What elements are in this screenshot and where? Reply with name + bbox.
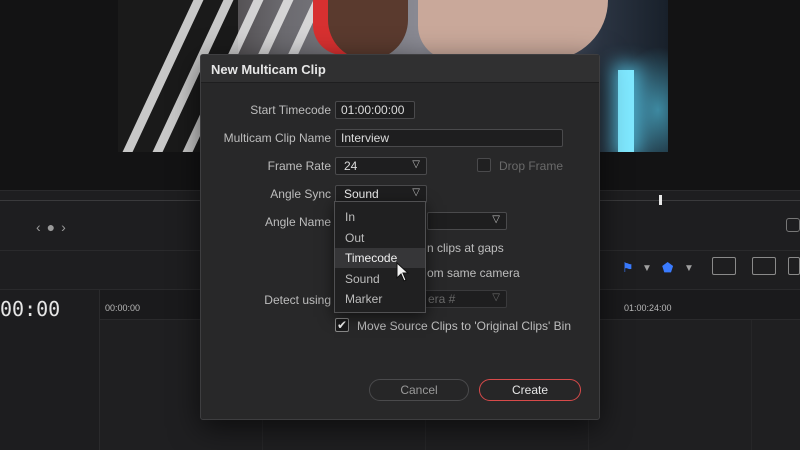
ruler-label: 01:00:24:00 <box>624 303 672 313</box>
move-source-checkbox[interactable]: ✔ <box>335 318 349 332</box>
chevron-down-icon[interactable]: ▼ <box>684 263 694 274</box>
detect-using-select[interactable]: era # ▽ <box>419 290 507 308</box>
clip-nav-arrows[interactable]: ‹●› <box>36 219 72 235</box>
drop-frame-label: Drop Frame <box>499 159 564 173</box>
zoom-detail-icon[interactable] <box>752 257 776 275</box>
gaps-option-label: n clips at gaps <box>427 241 504 255</box>
detect-using-value: era # <box>428 292 456 306</box>
mouse-cursor-icon <box>396 262 410 282</box>
frame-rate-label: Frame Rate <box>267 159 331 173</box>
chevron-down-icon: ▽ <box>492 292 500 303</box>
menu-item-out[interactable]: Out <box>335 228 425 248</box>
chevron-down-icon[interactable]: ▼ <box>642 263 652 274</box>
same-camera-option-label: om same camera <box>427 266 520 280</box>
start-timecode-label: Start Timecode <box>250 103 331 117</box>
cancel-button[interactable]: Cancel <box>369 379 469 401</box>
create-button[interactable]: Create <box>479 379 581 401</box>
loop-icon[interactable] <box>786 218 800 232</box>
menu-item-sound[interactable]: Sound <box>335 269 425 289</box>
checkmark-icon: ✔ <box>336 318 348 332</box>
chevron-down-icon: ▽ <box>412 187 420 198</box>
angle-sync-value: Sound <box>344 187 379 201</box>
angle-sync-label: Angle Sync <box>270 187 331 201</box>
frame-rate-value: 24 <box>344 159 358 173</box>
marker-icon[interactable]: ⬟ <box>662 260 673 276</box>
frame-rate-select[interactable]: 24 ▽ <box>335 157 427 175</box>
chevron-down-icon: ▽ <box>412 159 420 170</box>
chevron-down-icon: ▽ <box>492 214 500 225</box>
timeline-timecode: 00:00 <box>0 297 61 321</box>
drop-frame-checkbox[interactable] <box>477 158 491 172</box>
playhead-icon[interactable] <box>659 195 662 205</box>
dialog-title: New Multicam Clip <box>201 55 599 83</box>
menu-item-marker[interactable]: Marker <box>335 289 425 309</box>
detect-using-label: Detect using <box>264 293 331 307</box>
menu-item-in[interactable]: In <box>335 207 425 227</box>
menu-item-timecode[interactable]: Timecode <box>335 248 425 268</box>
zoom-custom-icon[interactable] <box>788 257 800 275</box>
angle-name-select[interactable]: ▽ <box>427 212 507 230</box>
angle-name-label: Angle Name <box>264 215 331 229</box>
angle-sync-menu: In Out Timecode Sound Marker <box>334 201 426 313</box>
clip-name-input[interactable]: Interview <box>335 129 563 147</box>
zoom-full-icon[interactable] <box>712 257 736 275</box>
move-source-label: Move Source Clips to 'Original Clips' Bi… <box>357 319 571 333</box>
flag-icon[interactable]: ⚑ <box>622 260 634 276</box>
start-timecode-input[interactable]: 01:00:00:00 <box>335 101 415 119</box>
clip-name-label: Multicam Clip Name <box>223 131 331 145</box>
